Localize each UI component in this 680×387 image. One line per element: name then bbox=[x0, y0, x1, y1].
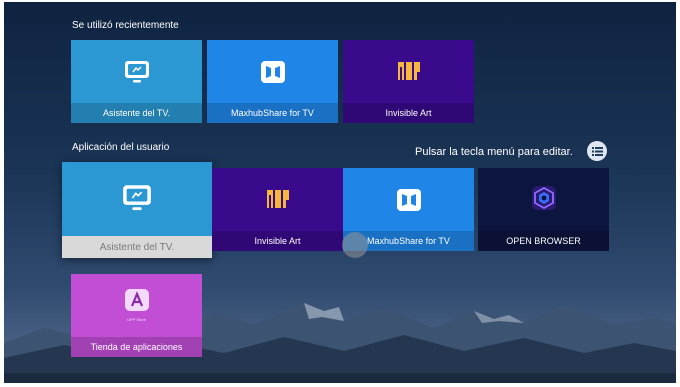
list-icon bbox=[591, 146, 603, 156]
tile-label: OPEN BROWSER bbox=[478, 231, 609, 251]
invisible-art-icon bbox=[266, 190, 289, 208]
user-tile-invisible-art[interactable]: Invisible Art bbox=[212, 168, 343, 251]
tv-assistant-icon bbox=[124, 61, 149, 83]
edit-hint: Pulsar la tecla menú para editar. bbox=[415, 146, 573, 158]
recent-tile-tv-assistant[interactable]: Asistente del TV. bbox=[71, 40, 202, 123]
open-browser-icon bbox=[531, 186, 556, 210]
maxhub-share-icon bbox=[396, 189, 421, 211]
tile-label: Invisible Art bbox=[212, 231, 343, 251]
tile-label: Tienda de aplicaciones bbox=[71, 337, 202, 357]
tile-label: Invisible Art bbox=[343, 103, 474, 123]
user-tile-open-browser[interactable]: OPEN BROWSER bbox=[478, 168, 609, 251]
user-tile-app-store[interactable]: OPP Store Tienda de aplicaciones bbox=[71, 274, 202, 357]
tile-label: Asistente del TV. bbox=[62, 236, 212, 258]
recent-tile-maxhub-share[interactable]: MaxhubShare for TV bbox=[207, 40, 338, 123]
section-title-recent: Se utilizó recientemente bbox=[72, 20, 179, 31]
invisible-art-icon bbox=[397, 62, 420, 80]
menu-button[interactable] bbox=[587, 141, 607, 161]
tv-assistant-icon bbox=[123, 185, 151, 211]
maxhub-share-icon bbox=[260, 61, 285, 83]
pointer-cursor bbox=[342, 232, 368, 258]
section-title-user-apps: Aplicación del usuario bbox=[72, 142, 170, 153]
launcher-screen: Se utilizó recientemente Asistente del T… bbox=[4, 2, 676, 383]
app-store-icon-text: OPP Store bbox=[126, 317, 147, 322]
user-tile-tv-assistant[interactable]: Asistente del TV. bbox=[62, 162, 212, 258]
recent-tile-invisible-art[interactable]: Invisible Art bbox=[343, 40, 474, 123]
tile-label: MaxhubShare for TV bbox=[207, 103, 338, 123]
tile-label: Asistente del TV. bbox=[71, 103, 202, 123]
app-store-icon: OPP Store bbox=[123, 288, 151, 322]
